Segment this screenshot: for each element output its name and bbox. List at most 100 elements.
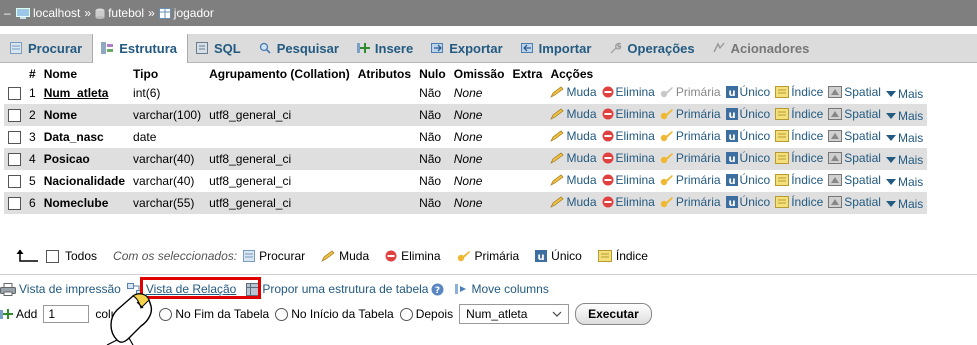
- unique-action[interactable]: u Único: [725, 107, 770, 121]
- primary-action[interactable]: Primária: [660, 151, 721, 165]
- primary-action[interactable]: Primária: [660, 129, 721, 143]
- drop-action[interactable]: Elimina: [602, 107, 655, 121]
- row-null: Não: [415, 82, 450, 104]
- bulk-change-button[interactable]: Muda: [321, 249, 369, 263]
- index-icon: [775, 129, 790, 142]
- change-action[interactable]: Muda: [550, 107, 597, 121]
- execute-button[interactable]: Executar: [575, 303, 652, 325]
- row-field-name: Data_nasc: [39, 126, 130, 148]
- more-action[interactable]: Mais: [885, 131, 923, 145]
- drop-action[interactable]: Elimina: [602, 195, 655, 209]
- change-action[interactable]: Muda: [550, 151, 597, 165]
- index-action[interactable]: Índice: [775, 107, 823, 121]
- drop-action[interactable]: Elimina: [602, 129, 655, 143]
- check-all-label[interactable]: Todos: [65, 249, 97, 263]
- unique-action[interactable]: u Único: [725, 151, 770, 165]
- drop-icon: [385, 250, 397, 262]
- change-action[interactable]: Muda: [550, 195, 597, 209]
- primary-action[interactable]: Primária: [660, 107, 721, 121]
- check-all-checkbox[interactable]: [46, 249, 59, 263]
- drop-action[interactable]: Elimina: [602, 85, 655, 99]
- row-checkbox[interactable]: [8, 87, 21, 101]
- bulk-drop-button[interactable]: Elimina: [385, 249, 441, 263]
- row-checkbox[interactable]: [8, 109, 21, 123]
- move-columns-link[interactable]: Move columns: [454, 282, 549, 296]
- more-action[interactable]: Mais: [885, 109, 923, 123]
- more-action[interactable]: Mais: [885, 153, 923, 167]
- tab-importar[interactable]: Importar: [513, 34, 602, 63]
- tab-bar: Procurar Estrutura SQL Pesquisar Insere Expor…: [0, 33, 977, 63]
- unique-action[interactable]: u Único: [725, 173, 770, 187]
- search-icon: [259, 42, 271, 54]
- row-checkbox[interactable]: [8, 131, 21, 145]
- spatial-icon: [828, 85, 843, 98]
- more-action[interactable]: Mais: [885, 87, 923, 101]
- spatial-action[interactable]: Spatial: [828, 107, 881, 121]
- breadcrumb-database[interactable]: futebol: [95, 6, 144, 20]
- position-after[interactable]: Depois: [399, 307, 453, 322]
- tab-sql[interactable]: SQL: [188, 34, 251, 63]
- position-end[interactable]: No Fim da Tabela: [159, 307, 269, 322]
- spatial-action[interactable]: Spatial: [828, 129, 881, 143]
- drop-action[interactable]: Elimina: [602, 173, 655, 187]
- propose-structure-link[interactable]: Propor uma estrutura de tabela ?: [246, 282, 444, 296]
- spatial-action[interactable]: Spatial: [828, 151, 881, 165]
- change-action[interactable]: Muda: [550, 129, 597, 143]
- row-default: None: [449, 192, 509, 214]
- tab-insere[interactable]: Insere: [349, 34, 423, 63]
- tab-estrutura[interactable]: Estrutura: [92, 33, 188, 63]
- unique-action[interactable]: u Único: [725, 85, 770, 99]
- row-collation: utf8_general_ci: [205, 148, 354, 170]
- row-default: None: [449, 82, 509, 104]
- tab-procurar[interactable]: Procurar: [2, 34, 92, 63]
- position-start[interactable]: No Início da Tabela: [275, 307, 394, 322]
- after-field-select[interactable]: Num_atleta: [459, 304, 570, 324]
- bulk-browse-button[interactable]: Procurar: [243, 249, 305, 263]
- collapse-dash[interactable]: –: [4, 6, 16, 20]
- row-attributes: [353, 126, 416, 148]
- breadcrumb-server[interactable]: localhost: [16, 6, 80, 20]
- index-action[interactable]: Índice: [775, 129, 823, 143]
- index-action[interactable]: Índice: [775, 195, 823, 209]
- radio-after[interactable]: [399, 308, 413, 322]
- bulk-primary-button[interactable]: Primária: [457, 249, 519, 263]
- more-action[interactable]: Mais: [885, 175, 923, 189]
- wrench-icon: [610, 42, 622, 54]
- row-default: None: [449, 170, 509, 192]
- row-num: 2: [25, 104, 40, 126]
- index-action[interactable]: Índice: [775, 151, 823, 165]
- row-checkbox[interactable]: [8, 153, 21, 167]
- index-action[interactable]: Índice: [775, 85, 823, 99]
- unique-action[interactable]: u Único: [725, 129, 770, 143]
- change-action[interactable]: Muda: [550, 85, 597, 99]
- drop-icon: [602, 152, 613, 164]
- tab-pesquisar[interactable]: Pesquisar: [251, 34, 349, 63]
- unique-action[interactable]: u Único: [725, 195, 770, 209]
- row-checkbox[interactable]: [8, 197, 21, 211]
- bulk-unique-button[interactable]: u Único: [535, 249, 582, 263]
- row-checkbox[interactable]: [8, 175, 21, 189]
- radio-start[interactable]: [275, 308, 289, 322]
- svg-text:u: u: [728, 88, 735, 98]
- help-icon[interactable]: ?: [431, 283, 444, 296]
- bulk-index-button[interactable]: Índice: [597, 249, 648, 263]
- key-icon: [660, 174, 673, 185]
- spatial-action[interactable]: Spatial: [828, 173, 881, 187]
- tab-operacoes[interactable]: Operações: [601, 34, 704, 63]
- primary-action[interactable]: Primária: [660, 173, 721, 187]
- primary-action[interactable]: Primária: [660, 195, 721, 209]
- arrow-up-icon: [16, 249, 38, 262]
- triggers-icon: [712, 42, 725, 53]
- more-action[interactable]: Mais: [885, 197, 923, 211]
- add-count-input[interactable]: 1: [43, 305, 90, 323]
- spatial-action[interactable]: Spatial: [828, 85, 881, 99]
- row-extra: [508, 148, 547, 170]
- drop-action[interactable]: Elimina: [602, 151, 655, 165]
- index-action[interactable]: Índice: [775, 173, 823, 187]
- breadcrumb-table[interactable]: jogador: [158, 6, 214, 20]
- change-action[interactable]: Muda: [550, 173, 597, 187]
- structure-links: Vista de impressão Vista de Relação Prop…: [0, 282, 555, 296]
- spatial-action[interactable]: Spatial: [828, 195, 881, 209]
- row-extra: [508, 126, 547, 148]
- tab-exportar[interactable]: Exportar: [423, 34, 512, 63]
